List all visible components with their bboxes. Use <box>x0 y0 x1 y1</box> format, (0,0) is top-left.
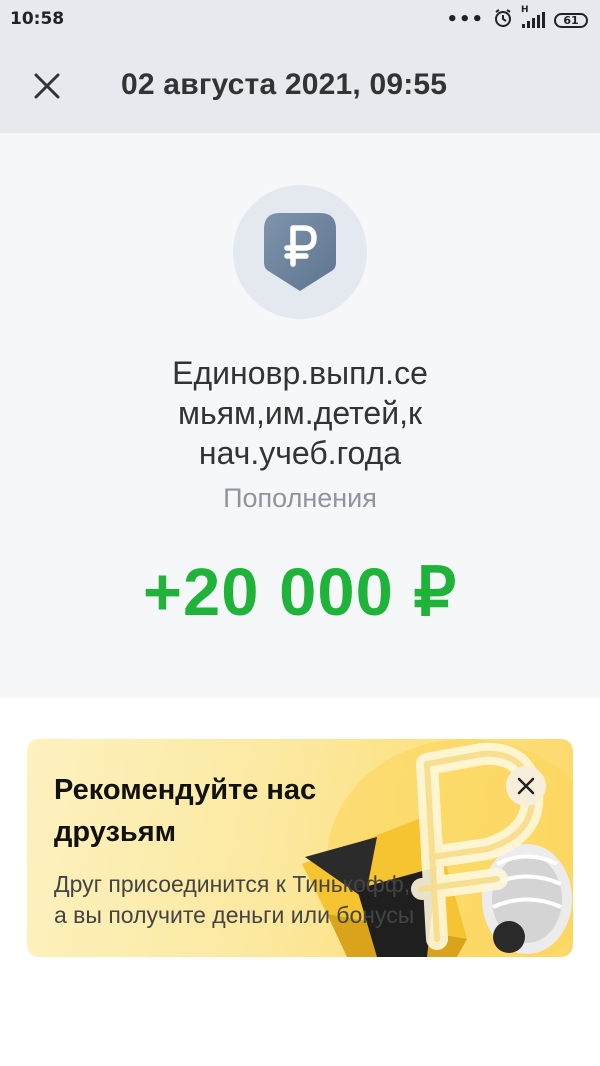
battery-icon: 61 <box>554 12 588 28</box>
operation-title-line-2: мьям,им.детей,к <box>178 395 422 431</box>
status-bar: 10:58 ••• H 61 <box>0 0 600 40</box>
close-icon <box>517 777 535 795</box>
referral-banner[interactable]: Рекомендуйте нас друзьям Друг присоедини… <box>27 739 573 957</box>
alarm-icon <box>493 8 513 32</box>
operation-title-line-3: нач.учеб.года <box>198 435 402 471</box>
notification-dots: ••• <box>446 9 484 30</box>
promo-text: Друг присоединится к Тинькофф, а вы полу… <box>54 869 514 931</box>
operation-date: 02 августа 2021, 09:55 <box>121 68 448 101</box>
promo-text-line-2: а вы получите деньги или бонусы <box>54 902 415 928</box>
promo-title-line-2: друзьям <box>54 816 177 848</box>
ruble-icon <box>264 213 336 291</box>
close-icon <box>34 73 60 99</box>
operation-amount: +20 000 ₽ <box>142 555 458 630</box>
operation-details: Единовр.выпл.се мьям,им.детей,к нач.учеб… <box>0 133 600 698</box>
promo-close-button[interactable] <box>506 766 546 806</box>
promo-text-line-1: Друг присоединится к Тинькофф, <box>54 871 411 897</box>
operation-header: 02 августа 2021, 09:55 <box>0 40 600 133</box>
operation-category: Пополнения <box>223 483 377 513</box>
operation-title-line-1: Единовр.выпл.се <box>172 355 428 391</box>
promo-title: Рекомендуйте нас друзьям <box>54 769 394 853</box>
operation-avatar <box>233 185 367 319</box>
status-time: 10:58 <box>10 9 65 29</box>
status-icons: ••• H 61 <box>446 5 588 32</box>
close-button[interactable] <box>27 66 67 106</box>
signal-icon: H <box>521 5 545 28</box>
promo-title-line-1: Рекомендуйте нас <box>54 774 317 806</box>
